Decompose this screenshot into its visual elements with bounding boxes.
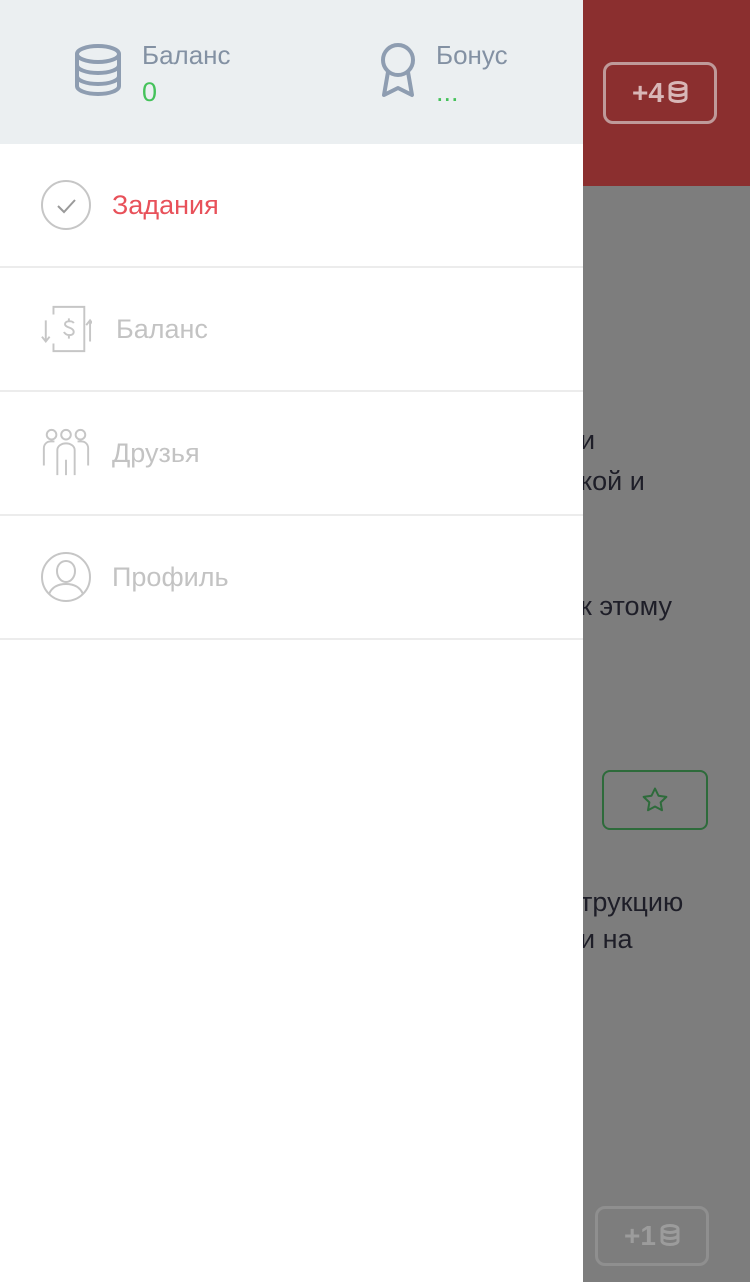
money-transfer-icon bbox=[40, 303, 92, 355]
menu-item-label: Друзья bbox=[112, 437, 200, 468]
balance-label: Баланс bbox=[142, 40, 231, 70]
menu-item-friends[interactable]: Друзья bbox=[0, 392, 583, 516]
coins-icon bbox=[72, 40, 124, 100]
coins-icon bbox=[660, 1224, 680, 1247]
award-icon bbox=[376, 40, 420, 100]
background-text-line: и на bbox=[580, 924, 633, 954]
task-reward-value: +1 bbox=[624, 1220, 656, 1251]
menu-item-label: Баланс bbox=[116, 313, 208, 344]
star-icon bbox=[642, 787, 668, 812]
menu-item-label: Профиль bbox=[112, 561, 229, 592]
background-text-line: трукцию bbox=[580, 887, 684, 917]
drawer-menu: Задания Баланс Друзья Профиль bbox=[0, 144, 583, 640]
bonus-label: Бонус bbox=[436, 40, 508, 70]
coins-icon bbox=[668, 81, 688, 104]
background-text-line: кой и bbox=[580, 466, 645, 496]
balance-value: 0 bbox=[142, 77, 158, 107]
header-reward-value: +4 bbox=[632, 77, 664, 108]
navigation-drawer: Баланс 0 Бонус ... Задания Баланс Друзья… bbox=[0, 0, 583, 1282]
menu-item-label: Задания bbox=[112, 189, 219, 220]
background-text-line: к этому bbox=[580, 591, 672, 621]
drawer-header: Баланс 0 Бонус ... bbox=[0, 0, 583, 144]
profile-icon bbox=[40, 551, 92, 603]
balance-stat: Баланс 0 bbox=[72, 40, 231, 110]
bonus-value: ... bbox=[436, 77, 459, 107]
menu-item-balance[interactable]: Баланс bbox=[0, 268, 583, 392]
check-circle-icon bbox=[40, 179, 92, 231]
friends-icon bbox=[40, 427, 92, 479]
menu-item-tasks[interactable]: Задания bbox=[0, 144, 583, 268]
favorite-button bbox=[602, 770, 708, 830]
bonus-stat: Бонус ... bbox=[376, 40, 508, 110]
menu-item-profile[interactable]: Профиль bbox=[0, 516, 583, 640]
task-reward-badge: +1 bbox=[595, 1206, 709, 1266]
header-reward-badge: +4 bbox=[603, 62, 717, 124]
